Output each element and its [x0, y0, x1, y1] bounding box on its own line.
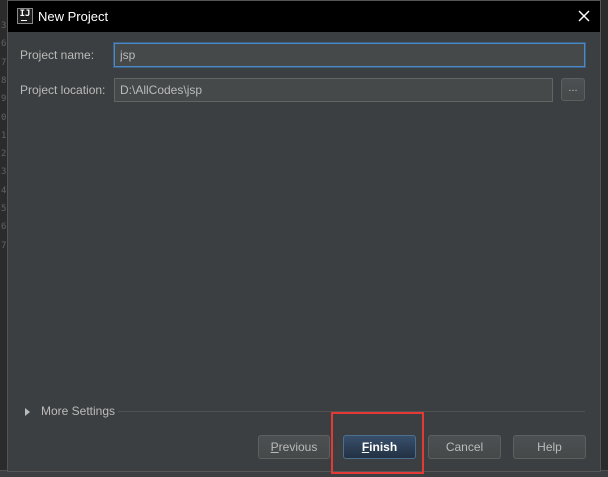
- project-name-label: Project name:: [20, 48, 95, 62]
- logo-underline: [21, 20, 27, 21]
- intellij-logo-icon: IJ: [17, 8, 33, 24]
- project-location-input[interactable]: [114, 78, 553, 102]
- project-location-label: Project location:: [20, 83, 106, 97]
- logo-text: IJ: [19, 9, 31, 19]
- dialog-title: New Project: [38, 9, 109, 24]
- more-settings-label: More Settings: [41, 404, 116, 418]
- dialog-titlebar[interactable]: IJ New Project: [8, 1, 600, 32]
- triangle-right-icon: [25, 408, 30, 416]
- previous-label-rest: revious: [278, 440, 318, 454]
- previous-mnemonic: P: [270, 440, 279, 454]
- help-button[interactable]: Help: [513, 435, 586, 459]
- close-icon[interactable]: [576, 8, 592, 24]
- browse-button[interactable]: ...: [561, 78, 585, 101]
- finish-highlight-annotation: [331, 412, 424, 474]
- cancel-button[interactable]: Cancel: [428, 435, 501, 459]
- project-name-input[interactable]: [114, 43, 585, 67]
- new-project-dialog: IJ New Project Project name: Project loc…: [7, 0, 601, 472]
- previous-button[interactable]: Previous: [258, 435, 330, 459]
